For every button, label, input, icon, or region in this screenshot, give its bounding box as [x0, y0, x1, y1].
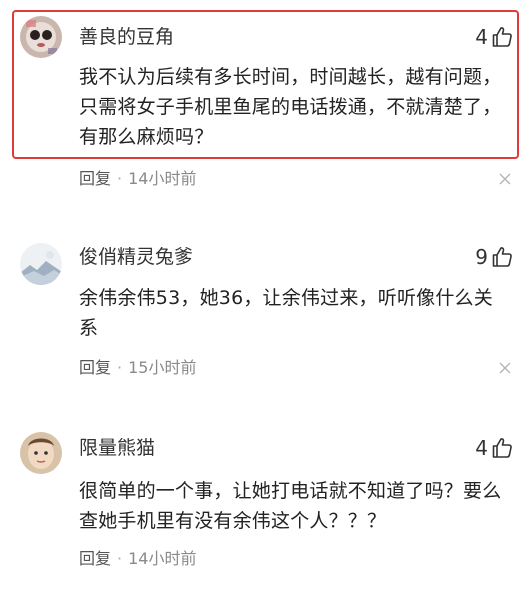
thumbs-up-icon — [492, 438, 512, 458]
meta-separator: · — [117, 358, 123, 377]
like-count: 4 — [475, 436, 488, 460]
avatar[interactable] — [20, 243, 62, 285]
meta-separator: · — [117, 169, 123, 188]
like-button[interactable]: 4 — [475, 24, 514, 50]
like-button[interactable]: 9 — [475, 244, 514, 270]
like-count: 4 — [475, 25, 488, 49]
close-icon[interactable] — [498, 172, 512, 186]
avatar[interactable] — [20, 432, 62, 474]
reply-button[interactable]: 回复 — [79, 549, 111, 568]
avatar[interactable] — [20, 16, 62, 58]
comment-meta: 回复 · 15小时前 — [79, 357, 196, 379]
reply-button[interactable]: 回复 — [79, 358, 111, 377]
close-icon[interactable] — [498, 361, 512, 375]
like-count: 9 — [475, 245, 488, 269]
comment-text: 余伟余伟53，她36，让余伟过来，听听像什么关系 — [79, 287, 493, 339]
avatar-face-icon — [20, 432, 62, 474]
timestamp: 14小时前 — [128, 169, 197, 188]
thumbs-up-icon — [492, 27, 512, 47]
avatar-cartoon-icon — [20, 16, 62, 58]
comment-text: 很简单的一个事，让她打电话就不知道了吗？要么查她手机里有没有余伟这个人？？？ — [79, 480, 502, 532]
timestamp: 15小时前 — [128, 358, 197, 377]
comment-meta: 回复 · 14小时前 — [79, 168, 196, 190]
username[interactable]: 俊俏精灵兔爹 — [79, 244, 193, 270]
username[interactable]: 善良的豆角 — [79, 24, 174, 50]
thumbs-up-icon — [492, 247, 512, 267]
reply-button[interactable]: 回复 — [79, 169, 111, 188]
like-button[interactable]: 4 — [475, 435, 514, 461]
meta-separator: · — [117, 549, 123, 568]
avatar-landscape-icon — [20, 243, 62, 285]
timestamp: 14小时前 — [128, 549, 197, 568]
comment-meta: 回复 · 14小时前 — [79, 548, 196, 570]
username[interactable]: 限量熊猫 — [79, 435, 155, 461]
comment-text: 我不认为后续有多长时间，时间越长，越有问题，只需将女子手机里鱼尾的电话拨通，不就… — [79, 66, 502, 148]
